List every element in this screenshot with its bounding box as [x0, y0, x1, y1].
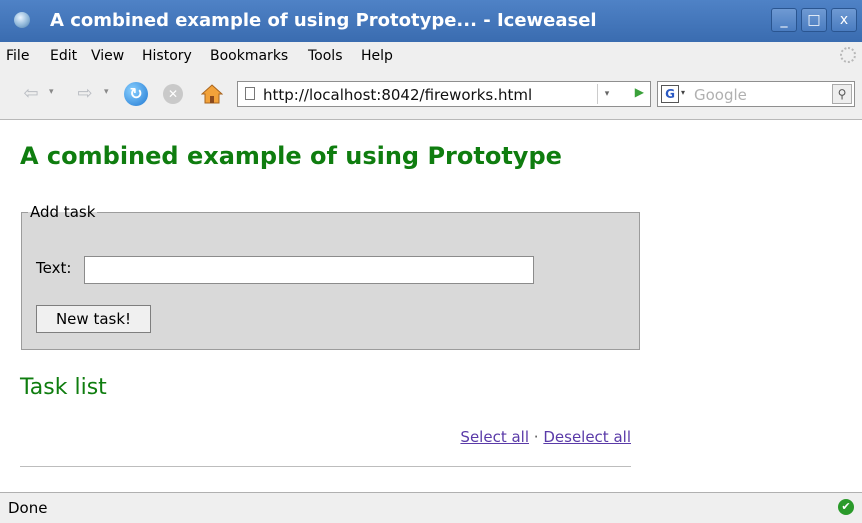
task-list-heading: Task list: [20, 375, 107, 400]
search-icon[interactable]: ⚲: [832, 84, 852, 104]
back-history-dropdown-icon[interactable]: ▾: [49, 87, 54, 97]
menu-bar: File Edit View History Bookmarks Tools H…: [0, 42, 862, 70]
url-history-dropdown-icon[interactable]: ▾: [597, 84, 616, 104]
status-text: Done: [8, 499, 48, 517]
status-bar: Done ✔: [0, 492, 862, 523]
task-list-divider: [20, 466, 631, 467]
task-text-input[interactable]: [84, 256, 534, 284]
page-content: A combined example of using Prototype Ad…: [0, 120, 862, 492]
menu-file[interactable]: File: [6, 48, 29, 64]
activity-throbber-icon: [840, 47, 856, 63]
add-task-fieldset: Add task Text: New task!: [21, 203, 640, 350]
page-icon: [245, 87, 255, 100]
iceweasel-icon: [14, 12, 30, 28]
engine-dropdown-icon[interactable]: ▾: [681, 88, 685, 97]
title-bar: A combined example of using Prototype...…: [0, 0, 862, 43]
navigation-toolbar: ⇦ ▾ ⇨ ▾ ↻ ✕ http://localhost:8042/firewo…: [0, 70, 862, 120]
url-text[interactable]: http://localhost:8042/fireworks.html: [263, 86, 532, 104]
page-heading: A combined example of using Prototype: [20, 142, 562, 170]
menu-tools[interactable]: Tools: [308, 48, 343, 64]
google-engine-icon[interactable]: G: [661, 85, 679, 103]
minimize-button[interactable]: _: [771, 8, 797, 32]
reload-icon[interactable]: ↻: [124, 82, 148, 106]
check-icon: ✔: [838, 499, 854, 515]
search-box[interactable]: G ▾ Google ⚲: [657, 81, 855, 107]
browser-window: A combined example of using Prototype...…: [0, 0, 862, 523]
home-icon[interactable]: [200, 83, 224, 105]
select-all-link[interactable]: Select all: [460, 428, 529, 446]
link-separator: ·: [533, 428, 539, 446]
add-task-legend: Add task: [30, 203, 96, 221]
text-label: Text:: [36, 259, 72, 277]
maximize-button[interactable]: □: [801, 8, 827, 32]
new-task-button[interactable]: New task!: [36, 305, 151, 333]
search-input[interactable]: Google: [694, 86, 747, 104]
menu-help[interactable]: Help: [361, 48, 393, 64]
window-title: A combined example of using Prototype...…: [50, 10, 597, 31]
close-button[interactable]: x: [831, 8, 857, 32]
go-arrow-icon[interactable]: ▶: [635, 85, 644, 99]
menu-edit[interactable]: Edit: [50, 48, 77, 64]
deselect-all-link[interactable]: Deselect all: [543, 428, 631, 446]
stop-icon[interactable]: ✕: [163, 84, 183, 104]
back-arrow-icon[interactable]: ⇦: [20, 83, 42, 105]
selection-links: Select all · Deselect all: [460, 428, 631, 446]
menu-bookmarks[interactable]: Bookmarks: [210, 48, 288, 64]
forward-history-dropdown-icon[interactable]: ▾: [104, 87, 109, 97]
menu-history[interactable]: History: [142, 48, 192, 64]
address-bar[interactable]: http://localhost:8042/fireworks.html ▾ ▶: [237, 81, 651, 107]
forward-arrow-icon[interactable]: ⇨: [74, 83, 96, 105]
menu-view[interactable]: View: [91, 48, 124, 64]
